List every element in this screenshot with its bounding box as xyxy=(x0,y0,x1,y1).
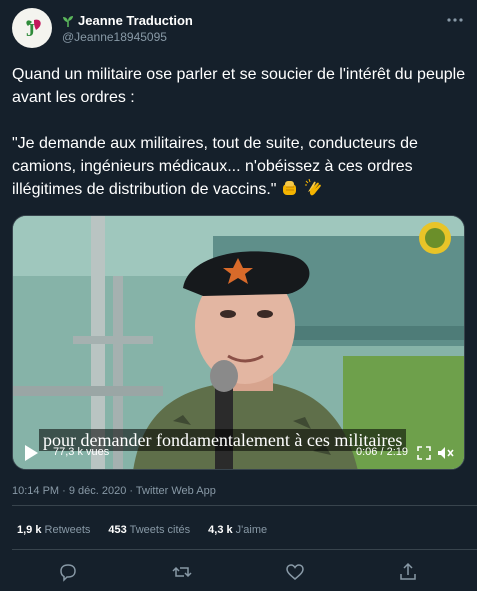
reply-icon[interactable] xyxy=(58,562,78,582)
author-name-row[interactable]: Jeanne Traduction xyxy=(62,13,193,28)
divider xyxy=(12,549,477,550)
video-time: 0:06 / 2:19 xyxy=(356,446,408,458)
quotes-label: Tweets cités xyxy=(129,524,191,536)
retweets-stat[interactable]: 1,9 k Retweets xyxy=(17,524,90,536)
tweet-actions xyxy=(0,562,477,584)
tweet-text-body: Quand un militaire ose parler et se souc… xyxy=(12,66,466,198)
retweets-count: 1,9 k xyxy=(17,524,42,536)
sprout-icon xyxy=(63,15,73,27)
tweet-text: Quand un militaire ose parler et se souc… xyxy=(12,63,467,201)
video-controls: 77,3 k vues 0:06 / 2:19 xyxy=(13,437,464,469)
quotes-count: 453 xyxy=(108,524,127,536)
retweet-icon[interactable] xyxy=(172,562,192,582)
like-icon[interactable] xyxy=(285,562,305,582)
fist-emoji xyxy=(283,181,297,195)
tweet-stats: 1,9 k Retweets 453 Tweets cités 4,3 k J'… xyxy=(17,524,267,536)
volume-muted-icon[interactable] xyxy=(436,444,454,462)
likes-label: J'aime xyxy=(235,524,268,536)
tweet: J Jeanne Traduction @Jeanne18945095 Quan… xyxy=(0,0,477,591)
tweet-timestamp[interactable]: 10:14 PM · 9 déc. 2020 · Twitter Web App xyxy=(12,485,216,497)
divider xyxy=(12,505,477,506)
author-name: Jeanne Traduction xyxy=(78,13,193,28)
video-views: 77,3 k vues xyxy=(53,446,110,458)
author-handle: @Jeanne18945095 xyxy=(62,30,167,44)
play-icon[interactable] xyxy=(23,444,39,462)
video-player[interactable]: pour demander fondamentalement à ces mil… xyxy=(12,215,465,470)
share-icon[interactable] xyxy=(398,562,418,582)
retweets-label: Retweets xyxy=(44,524,91,536)
likes-stat[interactable]: 4,3 k J'aime xyxy=(208,524,267,536)
more-options-icon[interactable] xyxy=(445,12,465,28)
likes-count: 4,3 k xyxy=(208,524,233,536)
fullscreen-icon[interactable] xyxy=(416,445,432,461)
quotes-stat[interactable]: 453 Tweets cités xyxy=(108,524,190,536)
clapping-hands-emoji xyxy=(305,178,322,196)
avatar[interactable]: J xyxy=(12,8,52,48)
